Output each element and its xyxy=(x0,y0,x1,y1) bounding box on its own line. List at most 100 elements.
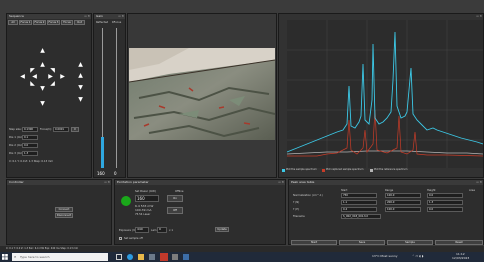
update-button[interactable]: Update xyxy=(215,227,229,232)
pos-3-field[interactable]: 1.3 xyxy=(22,151,38,156)
tab-out[interactable]: Out xyxy=(74,20,85,25)
excitation-window-buttons[interactable]: ▫ ✕ xyxy=(278,180,284,185)
focus-up-small-arrow[interactable]: ▲ xyxy=(77,72,84,79)
laser-off-button[interactable]: Off xyxy=(167,207,183,214)
row-normalization-start[interactable]: 750 xyxy=(341,193,377,198)
move-down-left-arrow[interactable]: ◣ xyxy=(29,80,36,87)
row-p-range[interactable]: 100.0 xyxy=(385,207,421,212)
connect-button[interactable]: Connect xyxy=(55,207,73,212)
tab-focus-3[interactable]: Focus 3 xyxy=(47,20,60,25)
tab-focus-2[interactable]: Focus 2 xyxy=(33,20,46,25)
gain-value-b: 0 xyxy=(114,171,117,176)
move-down-arrow[interactable]: ▼ xyxy=(39,85,46,92)
move-down-right-arrow[interactable]: ◢ xyxy=(49,80,56,87)
sequence-window-buttons[interactable]: ▫ ✕ xyxy=(84,14,90,19)
gain-tab-rfocus[interactable]: RFocus xyxy=(112,21,121,24)
spectrum-window-buttons[interactable]: ▫ ✕ xyxy=(476,14,482,19)
step-size-field[interactable]: 0.1300 xyxy=(22,127,38,132)
pos-2-field[interactable]: 0.0 xyxy=(22,143,38,148)
row-p-label: Γ (P) xyxy=(293,208,299,211)
legend-reference-swatch[interactable] xyxy=(370,169,373,172)
tab-focus[interactable]: Focus xyxy=(61,20,73,25)
gain-slider-a-fill xyxy=(101,137,104,168)
move-up-far-arrow[interactable]: ▲ xyxy=(39,47,46,54)
controller-panel: Controller ▫ ✕ Connect Disconnect xyxy=(6,179,112,245)
power-field[interactable]: 160 xyxy=(135,195,159,202)
save-button[interactable]: Save xyxy=(339,240,385,245)
row-normalization-height[interactable]: 0.0 xyxy=(427,193,463,198)
row-n-label: Γ (N) xyxy=(293,201,300,204)
sample-button[interactable]: Sample xyxy=(387,240,433,245)
app-icon-b[interactable] xyxy=(160,253,168,261)
row-n-range[interactable]: 200.0 xyxy=(385,200,421,205)
sequence-panel-title: Sequence xyxy=(7,14,91,19)
times-label: x 1 xyxy=(169,229,174,232)
row-normalization-range[interactable]: 100.0 xyxy=(385,193,421,198)
legend-captured-swatch[interactable] xyxy=(322,169,325,172)
weather-text[interactable]: 13°C Most sunny xyxy=(372,255,398,258)
legend-sample-label: Plot the sample spectrum xyxy=(286,168,317,171)
search-icon: ⌕ xyxy=(14,254,17,259)
start-button[interactable]: Start xyxy=(291,240,337,245)
search-placeholder: Type here to search xyxy=(20,255,50,259)
move-left-arrow[interactable]: ◀ xyxy=(31,73,38,80)
power-label: Set Power (mW) xyxy=(135,190,156,193)
legend-captured-label: Plot captured sample spectrum xyxy=(326,168,364,171)
focus-down-arrow[interactable]: ▼ xyxy=(77,96,84,103)
focus-up-arrow[interactable]: ▲ xyxy=(77,61,84,68)
lam-field[interactable]: 0 xyxy=(157,227,167,233)
controller-window-buttons[interactable]: ▫ ✕ xyxy=(104,180,110,185)
lam-label: Lam xyxy=(151,229,157,232)
column-area: Area xyxy=(469,189,475,192)
go-button[interactable]: ⟳ xyxy=(71,127,79,132)
reset-button[interactable]: Reset xyxy=(435,240,483,245)
tray-icons[interactable]: ⌃ ▭ ◖ ◗ xyxy=(412,255,423,258)
app-icon-a[interactable] xyxy=(149,254,155,260)
app-icon-d[interactable] xyxy=(183,254,189,260)
tab-focus-1[interactable]: Focus 1 xyxy=(19,20,32,25)
gain-tab-reflected[interactable]: Reflected xyxy=(96,21,108,24)
focus-field[interactable]: 0.0001 xyxy=(53,127,69,132)
move-up-arrow[interactable]: ▲ xyxy=(39,61,46,68)
sequence-tabs: All Focus 1 Focus 2 Focus 3 Focus Out xyxy=(8,20,92,25)
filename-field[interactable]: S_002_018_001.txt xyxy=(341,214,381,219)
laser-on-button[interactable]: On xyxy=(167,195,183,202)
column-range: Range xyxy=(385,189,394,192)
file-explorer-icon[interactable] xyxy=(138,254,144,260)
move-right-arrow[interactable]: ▶ xyxy=(47,73,54,80)
status-bar-text: X: 0.1 Y: 0.0 Z: 1.3 Pwr: 6.4 mW Exp: 44… xyxy=(6,247,79,250)
excitation-panel: Excitation parameter ▫ ✕ Set Power (mW) … xyxy=(114,179,286,245)
search-box[interactable]: ⌕ Type here to search xyxy=(12,253,108,261)
clock-date[interactable]: 12/03/2023 xyxy=(452,257,469,260)
gain-window-buttons[interactable]: ▫ ✕ xyxy=(118,14,124,19)
tab-all[interactable]: All xyxy=(8,20,18,25)
peak-window-buttons[interactable]: ▫ ✕ xyxy=(476,180,482,185)
task-view-icon[interactable] xyxy=(116,254,122,260)
app-icon-c[interactable] xyxy=(172,254,178,260)
sample-off-checkbox[interactable] xyxy=(119,237,122,240)
peak-table-panel: Peak area table ▫ ✕ Start Range Height A… xyxy=(288,179,484,245)
start-icon[interactable] xyxy=(2,254,8,260)
focus-down-small-arrow[interactable]: ▼ xyxy=(77,84,84,91)
row-p-height[interactable]: 0.0 xyxy=(427,207,463,212)
move-down-far-arrow[interactable]: ▼ xyxy=(39,100,46,107)
filename-label: Filename xyxy=(293,215,305,218)
edge-icon[interactable] xyxy=(127,254,133,260)
column-height: Height xyxy=(427,189,436,192)
legend-sample-swatch[interactable] xyxy=(282,169,285,172)
current-reading: 100.39 mA xyxy=(135,208,152,212)
gain-panel: Gain ▫ ✕ Reflected RFocus 160 0 xyxy=(93,13,126,178)
row-n-height[interactable]: 1.3 xyxy=(427,200,463,205)
step-size-label: Step size: xyxy=(9,128,22,131)
controller-panel-title: Controller xyxy=(7,180,111,185)
row-p-start[interactable]: 0.4 xyxy=(341,207,377,212)
row-n-start[interactable]: 1.1 xyxy=(341,200,377,205)
move-left-far-arrow[interactable]: ◀ xyxy=(19,73,26,80)
camera-image xyxy=(129,48,275,140)
disconnect-button[interactable]: Disconnect xyxy=(55,213,73,218)
gain-slider-b[interactable] xyxy=(116,28,117,168)
exposure-field[interactable]: 440 xyxy=(135,227,149,233)
pos-1-field[interactable]: 0.1 xyxy=(22,135,38,140)
excitation-heading: Offline xyxy=(175,190,184,193)
move-right-far-arrow[interactable]: ▶ xyxy=(59,73,66,80)
